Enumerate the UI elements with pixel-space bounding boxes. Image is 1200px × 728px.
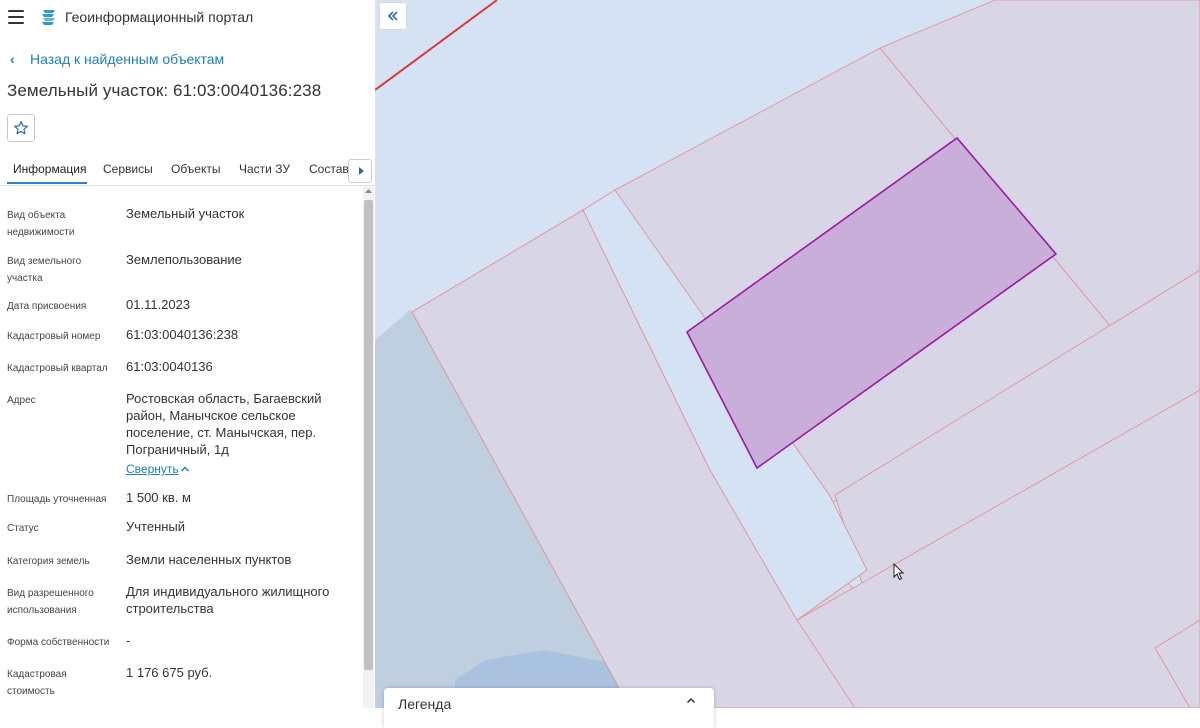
collapse-panel-button[interactable] (379, 2, 407, 30)
info-value: Землепользование (126, 252, 242, 267)
info-key: Кадастровый квартал (7, 363, 108, 374)
star-icon (14, 121, 28, 135)
scroll-up-arrow-icon[interactable] (363, 186, 374, 196)
chevron-up-icon[interactable] (686, 696, 696, 706)
double-chevron-left-icon (387, 11, 398, 21)
tab-information[interactable]: Информация (13, 162, 86, 176)
info-value: Для индивидуального жилищного строительс… (126, 584, 330, 616)
legend-title: Легенда (398, 696, 452, 712)
active-tab-indicator (7, 182, 87, 184)
info-key: Статус (7, 523, 39, 534)
portal-logo-icon (42, 10, 55, 25)
info-key: Вид разрешенного использования (7, 588, 94, 616)
info-key: Вид земельного участка (7, 256, 82, 284)
chevron-left-icon: ‹ (10, 51, 15, 67)
info-value: Учтенный (126, 519, 186, 534)
info-value: 61:03:0040136 (126, 359, 213, 374)
info-key: Кадастровый номер (7, 331, 101, 342)
info-value: - (126, 633, 131, 648)
map-layers (375, 0, 1200, 708)
panel-scrollbar-thumb[interactable] (364, 200, 373, 670)
info-key: Площадь уточненная (7, 494, 107, 505)
info-key: Вид объекта недвижимости (7, 210, 75, 238)
tab-services[interactable]: Сервисы (103, 162, 153, 176)
info-value: Ростовская область, Багаевский район, Ма… (126, 391, 322, 457)
legend-panel[interactable]: Легенда (384, 688, 714, 728)
back-link-label: Назад к найденным объектам (30, 51, 225, 67)
info-key: Кадастровая стоимость (7, 669, 67, 697)
hamburger-menu-icon[interactable] (8, 10, 24, 24)
info-key: Дата присвоения (7, 301, 87, 312)
tab-composition[interactable]: Состав (309, 162, 349, 176)
info-value: 61:03:0040136:238 (126, 327, 239, 342)
info-key: Форма собственности (7, 637, 110, 648)
info-key: Категория земель (7, 556, 90, 567)
tab-objects[interactable]: Объекты (171, 162, 221, 176)
back-to-results-link[interactable]: ‹ Назад к найденным объектам (10, 51, 224, 67)
info-value: Земельный участок (126, 206, 245, 221)
chevron-up-icon[interactable] (180, 464, 190, 474)
portal-title: Геоинформационный портал (65, 9, 254, 25)
page-title: Земельный участок: 61:03:0040136:238 (7, 81, 322, 100)
info-key: Адрес (7, 395, 36, 406)
info-value: 1 176 675 руб. (126, 665, 213, 680)
object-info-panel: Геоинформационный портал ‹ Назад к найден… (0, 0, 376, 708)
tab-parcel-parts[interactable]: Части ЗУ (239, 162, 290, 176)
map-canvas[interactable] (375, 0, 1200, 708)
mouse-cursor-icon (893, 563, 905, 581)
tabs-scroll-right-button[interactable] (348, 159, 372, 183)
info-value: Земли населенных пунктов (126, 552, 292, 567)
info-value: 1 500 кв. м (126, 490, 191, 505)
address-collapse-link[interactable]: Свернуть (126, 462, 179, 476)
top-bar: Геоинформационный портал (0, 0, 375, 34)
info-value: 01.11.2023 (126, 297, 191, 312)
favorite-button[interactable] (7, 114, 35, 142)
